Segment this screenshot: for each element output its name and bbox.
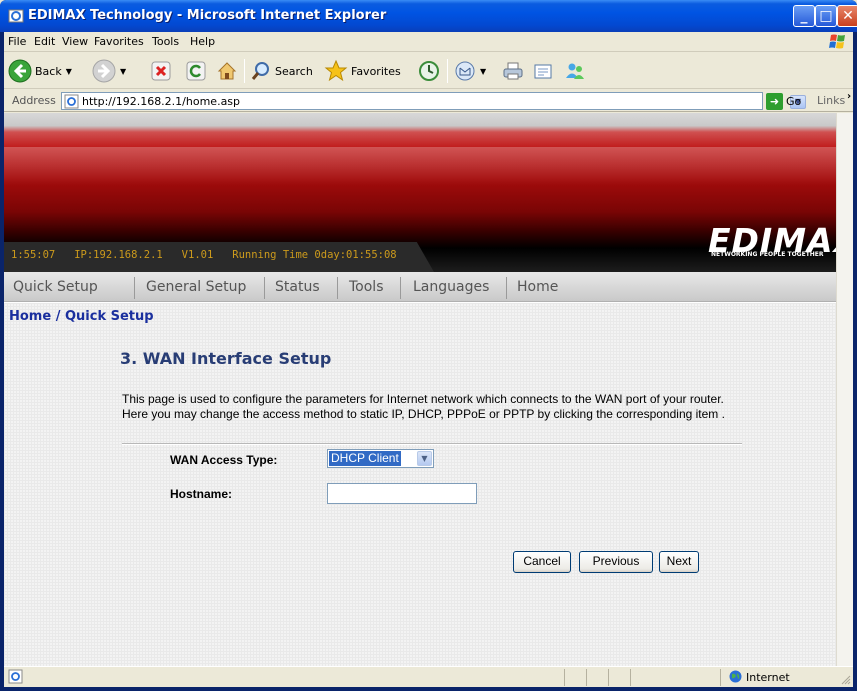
- breadcrumb: Home / Quick Setup: [9, 309, 154, 324]
- minimize-icon: _: [800, 8, 808, 24]
- history-button[interactable]: [418, 57, 440, 85]
- browser-chrome: File Edit View Favorites Tools Help Back…: [4, 32, 853, 687]
- address-label: Address: [12, 94, 56, 107]
- history-icon: [419, 61, 439, 81]
- forward-arrow-icon: [92, 59, 116, 83]
- divider: [122, 443, 742, 445]
- print-button[interactable]: [502, 57, 524, 85]
- messenger-button[interactable]: [564, 57, 586, 85]
- banner-glare: [4, 147, 836, 185]
- minimize-button[interactable]: _: [793, 5, 815, 27]
- maximize-icon: □: [819, 8, 833, 24]
- brand-tagline: NETWORKING PEOPLE TOGETHER: [711, 251, 824, 258]
- back-button[interactable]: Back ▼: [8, 57, 72, 85]
- page-description: This page is used to configure the param…: [122, 392, 725, 421]
- mail-button[interactable]: ▼: [454, 57, 486, 85]
- internet-globe-icon: [729, 670, 742, 683]
- stop-icon: [151, 61, 171, 81]
- home-button[interactable]: [216, 57, 238, 85]
- refresh-button[interactable]: [186, 57, 206, 85]
- menu-help[interactable]: Help: [190, 35, 215, 48]
- nav-separator: [400, 277, 401, 299]
- status-cell: [608, 669, 630, 686]
- edimax-logo: EDIMAX NETWORKING PEOPLE TOGETHER: [708, 221, 836, 261]
- nav-separator: [506, 277, 507, 299]
- status-bar: Internet: [4, 666, 853, 687]
- nav-separator: [134, 277, 135, 299]
- status-cell: [586, 669, 608, 686]
- status-cell: [630, 669, 720, 686]
- page-status-icon: [8, 669, 23, 684]
- nav-tools[interactable]: Tools: [349, 279, 384, 295]
- page-title: 3. WAN Interface Setup: [120, 349, 332, 368]
- windows-logo-icon: [829, 34, 845, 49]
- refresh-icon: [186, 61, 206, 81]
- nav-general-setup[interactable]: General Setup: [146, 279, 246, 295]
- search-icon: [251, 62, 269, 80]
- ie-page-icon: [64, 94, 79, 109]
- address-bar: Address http://192.168.2.1/home.asp ▼ ➜ …: [4, 90, 853, 112]
- close-icon: ✕: [842, 8, 854, 24]
- messenger-icon: [566, 63, 584, 79]
- forward-button[interactable]: ▼: [92, 57, 126, 85]
- search-label: Search: [275, 64, 313, 78]
- resize-grip-icon[interactable]: [841, 675, 851, 685]
- nav-quick-setup[interactable]: Quick Setup: [13, 279, 98, 295]
- favorites-star-icon: [324, 59, 348, 82]
- back-label: Back: [35, 64, 62, 78]
- title-bar[interactable]: EDIMAX Technology - Microsoft Internet E…: [0, 0, 857, 32]
- chevron-down-icon[interactable]: ▼: [120, 67, 126, 76]
- router-nav: Quick Setup General Setup Status Tools L…: [4, 272, 836, 302]
- maximize-button[interactable]: □: [815, 5, 837, 27]
- home-icon: [217, 62, 237, 80]
- go-arrow-icon: ➜: [766, 92, 783, 110]
- nav-separator: [264, 277, 265, 299]
- mail-icon: [455, 61, 475, 81]
- address-url: http://192.168.2.1/home.asp: [82, 95, 241, 108]
- nav-separator: [337, 277, 338, 299]
- back-arrow-icon: [8, 59, 32, 83]
- menu-tools[interactable]: Tools: [152, 35, 179, 48]
- zone-label: Internet: [746, 671, 790, 684]
- search-button[interactable]: Search: [250, 57, 313, 85]
- menu-view[interactable]: View: [62, 35, 88, 48]
- status-cell: [564, 669, 586, 686]
- vertical-scrollbar[interactable]: [836, 113, 853, 666]
- nav-status[interactable]: Status: [275, 279, 320, 295]
- stop-button[interactable]: [151, 57, 171, 85]
- nav-home[interactable]: Home: [517, 279, 558, 295]
- browser-window: EDIMAX Technology - Microsoft Internet E…: [0, 0, 857, 691]
- menu-edit[interactable]: Edit: [34, 35, 55, 48]
- address-input[interactable]: http://192.168.2.1/home.asp ▼: [61, 92, 806, 110]
- edit-page-icon: [534, 64, 552, 79]
- chevron-down-icon[interactable]: ▼: [480, 67, 486, 76]
- banner-status-line: 1:55:07 IP:192.168.2.1 V1.01 Running Tim…: [11, 249, 397, 261]
- edit-button[interactable]: [532, 57, 554, 85]
- toolbar-separator: [447, 59, 448, 83]
- standard-toolbar: Back ▼ ▼ Search Favorites ▼: [4, 53, 853, 89]
- menu-favorites[interactable]: Favorites: [94, 35, 144, 48]
- menu-file[interactable]: File: [8, 35, 26, 48]
- menu-bar: File Edit View Favorites Tools Help: [4, 32, 853, 52]
- chevron-down-icon[interactable]: ▼: [66, 67, 72, 76]
- favorites-label: Favorites: [351, 64, 401, 78]
- chevron-right-icon[interactable]: ›: [847, 91, 851, 102]
- window-title: EDIMAX Technology - Microsoft Internet E…: [28, 8, 387, 23]
- go-button[interactable]: ➜ Go: [766, 92, 801, 110]
- router-banner: 1:55:07 IP:192.168.2.1 V1.01 Running Tim…: [4, 113, 836, 272]
- toolbar-separator: [244, 59, 245, 83]
- nav-languages[interactable]: Languages: [413, 279, 489, 295]
- page-viewport: 1:55:07 IP:192.168.2.1 V1.01 Running Tim…: [4, 113, 836, 666]
- close-button[interactable]: ✕: [837, 5, 857, 27]
- print-icon: [503, 62, 523, 80]
- ie-icon: [8, 9, 24, 23]
- go-label: Go: [786, 94, 802, 108]
- favorites-button[interactable]: Favorites: [324, 57, 401, 85]
- page-content: Home / Quick Setup 3. WAN Interface Setu…: [4, 303, 836, 666]
- links-label[interactable]: Links: [817, 94, 845, 107]
